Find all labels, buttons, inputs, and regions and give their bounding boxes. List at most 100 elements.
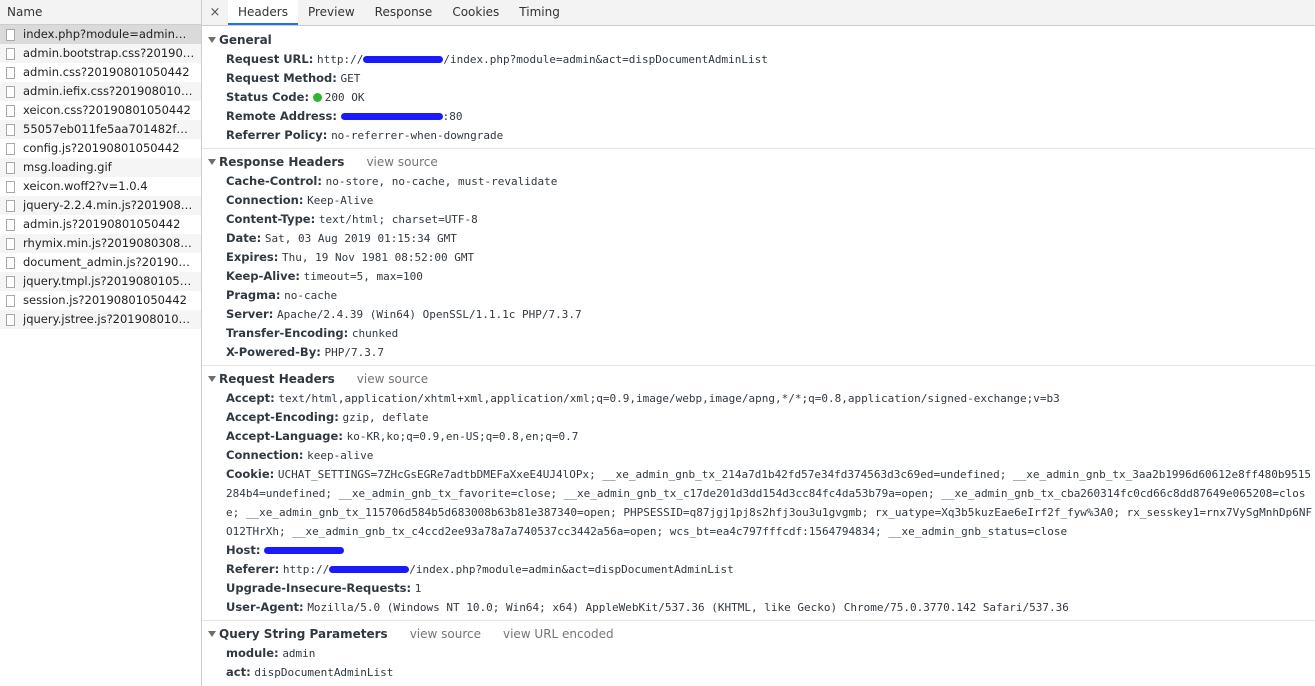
document-icon (6, 218, 15, 231)
request-row[interactable]: admin.bootstrap.css?20190801... (0, 44, 201, 63)
header-row: User-Agent: Mozilla/5.0 (Windows NT 10.0… (202, 598, 1315, 617)
request-list-panel: Name index.php?module=admin&act... admin… (0, 0, 202, 686)
request-name: jquery.jstree.js?20190801050442 (23, 312, 195, 326)
redaction-mark (329, 566, 410, 573)
request-row[interactable]: session.js?20190801050442 (0, 291, 201, 310)
view-source-link[interactable]: view source (410, 624, 481, 644)
request-name: xeicon.woff2?v=1.0.4 (23, 179, 148, 193)
header-key: Request Method: (226, 71, 337, 85)
image-file-icon (6, 161, 15, 174)
name-column-header[interactable]: Name (0, 0, 201, 25)
header-key: Status Code: (226, 90, 310, 104)
tab-response[interactable]: Response (365, 0, 443, 25)
document-icon (6, 199, 15, 212)
document-icon (6, 66, 15, 79)
header-key: Transfer-Encoding: (226, 326, 349, 340)
request-name: jquery-2.2.4.min.js?2019080... (23, 198, 195, 212)
request-row[interactable]: xeicon.woff2?v=1.0.4 (0, 177, 201, 196)
document-icon (6, 47, 15, 60)
header-key: Connection: (226, 448, 304, 462)
request-name: admin.iefix.css?20190801050442 (23, 84, 195, 98)
expand-triangle-icon (208, 37, 216, 43)
header-value: gzip, deflate (342, 411, 429, 424)
header-value: ko-KR,ko;q=0.9,en-US;q=0.8,en;q=0.7 (346, 430, 579, 443)
header-row-referrer-policy: Referrer Policy: no-referrer-when-downgr… (202, 126, 1315, 145)
request-name: index.php?module=admin&act... (23, 27, 195, 41)
header-key: Accept: (226, 391, 275, 405)
header-row: Cache-Control: no-store, no-cache, must-… (202, 172, 1315, 191)
header-value: Keep-Alive (307, 194, 374, 207)
header-value: http:// (317, 53, 364, 66)
header-value: no-store, no-cache, must-revalidate (325, 175, 558, 188)
header-key: Server: (226, 307, 274, 321)
general-section-header[interactable]: General (202, 30, 1315, 50)
header-key: Referer: (226, 562, 280, 576)
header-key: Remote Address: (226, 109, 337, 123)
header-key: Keep-Alive: (226, 269, 300, 283)
request-row[interactable]: document_admin.js?20190801... (0, 253, 201, 272)
request-row[interactable]: config.js?20190801050442 (0, 139, 201, 158)
request-list: index.php?module=admin&act... admin.boot… (0, 25, 201, 329)
request-headers-section-header[interactable]: Request Headers view source (202, 369, 1315, 389)
query-string-section-header[interactable]: Query String Parameters view source view… (202, 624, 1315, 644)
request-row[interactable]: jquery.tmpl.js?20190801050442 (0, 272, 201, 291)
header-key: Cache-Control: (226, 174, 322, 188)
request-name: admin.css?20190801050442 (23, 65, 190, 79)
header-row: Upgrade-Insecure-Requests: 1 (202, 579, 1315, 598)
request-row[interactable]: admin.iefix.css?20190801050442 (0, 82, 201, 101)
header-key: Pragma: (226, 288, 281, 302)
view-source-link[interactable]: view source (366, 152, 437, 172)
request-row[interactable]: jquery.jstree.js?20190801050442 (0, 310, 201, 329)
document-icon (6, 237, 15, 250)
request-row[interactable]: msg.loading.gif (0, 158, 201, 177)
param-key: act: (226, 665, 251, 679)
header-value: Sat, 03 Aug 2019 01:15:34 GMT (264, 232, 457, 245)
response-headers-section-header[interactable]: Response Headers view source (202, 152, 1315, 172)
redaction-mark (264, 547, 345, 554)
request-details-panel: × Headers Preview Response Cookies Timin… (202, 0, 1315, 686)
param-key: module: (226, 646, 279, 660)
header-value: text/html; charset=UTF-8 (318, 213, 478, 226)
header-row: Connection: Keep-Alive (202, 191, 1315, 210)
tab-cookies[interactable]: Cookies (442, 0, 509, 25)
redaction-mark (340, 113, 443, 120)
view-source-link[interactable]: view source (357, 369, 428, 389)
header-row: Transfer-Encoding: chunked (202, 324, 1315, 343)
header-row: Accept-Language: ko-KR,ko;q=0.9,en-US;q=… (202, 427, 1315, 446)
request-row[interactable]: 55057eb011fe5aa701482f03f0... (0, 120, 201, 139)
view-url-encoded-link[interactable]: view URL encoded (503, 624, 614, 644)
close-icon[interactable]: × (202, 0, 228, 25)
tab-timing[interactable]: Timing (509, 0, 570, 25)
header-key: Connection: (226, 193, 304, 207)
request-row[interactable]: jquery-2.2.4.min.js?2019080... (0, 196, 201, 215)
tab-preview[interactable]: Preview (298, 0, 365, 25)
header-value: /index.php?module=admin&act=dispDocument… (443, 53, 768, 66)
header-value: chunked (351, 327, 399, 340)
header-key: Cookie: (226, 467, 275, 481)
document-icon (6, 142, 15, 155)
headers-content: General Request URL: http:// /index.php?m… (202, 26, 1315, 685)
tab-headers[interactable]: Headers (228, 0, 298, 25)
header-row: Keep-Alive: timeout=5, max=100 (202, 267, 1315, 286)
header-row-referer: Referer: http:// /index.php?module=admin&… (202, 560, 1315, 579)
header-value: no-referrer-when-downgrade (331, 129, 504, 142)
general-section: General Request URL: http:// /index.php?m… (202, 30, 1315, 149)
expand-triangle-icon (208, 159, 216, 165)
header-row-remote-address: Remote Address: :80 (202, 107, 1315, 126)
request-name: 55057eb011fe5aa701482f03f0... (23, 122, 195, 136)
request-row[interactable]: index.php?module=admin&act... (0, 25, 201, 44)
section-title: General (219, 33, 272, 47)
request-name: session.js?20190801050442 (23, 293, 187, 307)
header-row: Content-Type: text/html; charset=UTF-8 (202, 210, 1315, 229)
request-row[interactable]: admin.js?20190801050442 (0, 215, 201, 234)
request-headers-section: Request Headers view source Accept: text… (202, 369, 1315, 621)
redaction-mark (363, 56, 444, 63)
header-row-status-code: Status Code: 200 OK (202, 88, 1315, 107)
header-value: UCHAT_SETTINGS=7ZHcGsEGRe7adtbDMEFaXxeE4… (226, 468, 1313, 538)
request-row[interactable]: xeicon.css?20190801050442 (0, 101, 201, 120)
request-name: xeicon.css?20190801050442 (23, 103, 191, 117)
request-name: document_admin.js?20190801... (23, 255, 195, 269)
request-row[interactable]: admin.css?20190801050442 (0, 63, 201, 82)
request-name: jquery.tmpl.js?20190801050442 (23, 274, 195, 288)
request-row[interactable]: rhymix.min.js?20190803085917 (0, 234, 201, 253)
